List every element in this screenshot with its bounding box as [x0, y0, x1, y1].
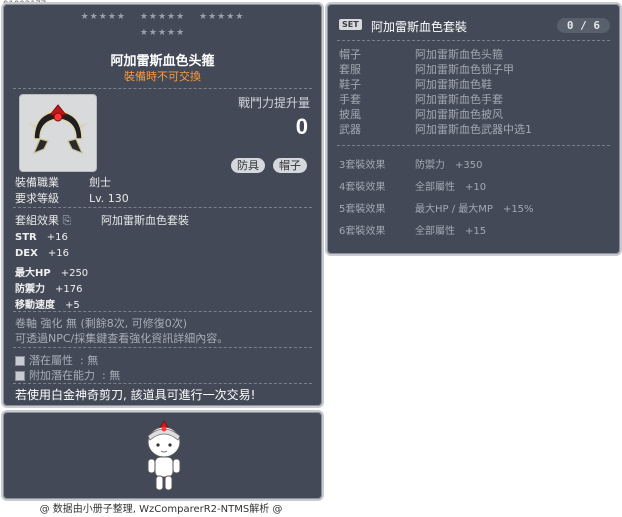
stat-dex: DEX +16 [15, 248, 69, 259]
combat-power-label: 戰鬥力提升量 [237, 96, 310, 110]
item-tooltip: ★★★★★ ★★★★★ ★★★★★ ★★★★★ 阿加雷斯血色头箍 裝備時不可交換… [1, 2, 324, 408]
character-preview [1, 410, 324, 501]
divider [13, 311, 312, 312]
set-piece: 套服 阿加雷斯血色锁子甲 [339, 63, 514, 76]
set-effect-value[interactable]: 阿加雷斯血色套裝 [101, 214, 189, 227]
set-piece: 手套 阿加雷斯血色手套 [339, 93, 503, 106]
star-force-row-1: ★★★★★ ★★★★★ ★★★★★ [3, 12, 322, 22]
divider [13, 207, 312, 208]
stat-str: STR +16 [15, 232, 68, 243]
star-group: ★★★★★ [80, 12, 126, 22]
potential-row: 潛在屬性 : 無 [15, 352, 98, 368]
bonus-potential-row: 附加潛在能力 : 無 [15, 367, 120, 383]
item-icon-frame [19, 94, 97, 172]
potential-icon [15, 356, 25, 366]
set-effect: 6套裝效果 全部屬性 +15 [339, 226, 487, 237]
upgrade-hint: 可透過NPC/採集鍵查看強化資訊詳細內容。 [15, 332, 229, 345]
divider [337, 40, 610, 41]
item-name: 阿加雷斯血色头箍 [110, 54, 215, 69]
combat-power-value: 0 [295, 114, 308, 139]
divider [13, 88, 312, 89]
potential-label: 潛在屬性 [29, 354, 73, 367]
set-piece: 武器 阿加雷斯血色武器中选1 [339, 123, 532, 136]
set-name: 阿加雷斯血色套裝 [371, 20, 468, 34]
lock-icon: ⎘ [62, 214, 72, 227]
set-effect: 3套裝效果 防禦力 +350 [339, 160, 483, 171]
set-count: 0 / 6 [556, 18, 610, 33]
upgrade-info: 卷軸 強化 無 (剩餘8次, 可修復0次) [15, 317, 188, 330]
job-value: 劍士 [89, 176, 111, 189]
set-effect-label: 套組效果 [15, 214, 59, 227]
footer-credit: @ 数据由小册子整理, WzComparerR2-NTMS解析 @ [39, 504, 283, 515]
job-label: 裝備職業 [15, 176, 59, 189]
set-piece: 披風 阿加雷斯血色披风 [339, 108, 503, 121]
bonus-potential-icon [15, 371, 25, 381]
set-panel: SET 阿加雷斯血色套裝 0 / 6 帽子 阿加雷斯血色头箍 套服 阿加雷斯血色锁子… [325, 2, 622, 256]
stat-defense: 防禦力 +176 [15, 284, 83, 295]
stat-speed: 移動速度 +5 [15, 300, 80, 311]
set-piece: 帽子 阿加雷斯血色头箍 [339, 48, 503, 61]
star-group: ★★★★★ [199, 12, 245, 22]
star-group: ★★★★★ [139, 28, 186, 38]
bonus-potential-label: 附加潛在能力 [29, 369, 95, 382]
trade-info: 若使用白金神奇剪刀, 該道具可進行一次交易! [15, 388, 256, 402]
set-badge: SET [339, 19, 362, 30]
set-effect-row: 套組效果 ⎘ 阿加雷斯血色套裝 [15, 212, 189, 228]
divider [13, 383, 312, 384]
level-value: Lv. 130 [89, 192, 129, 205]
set-piece: 鞋子 阿加雷斯血色鞋 [339, 78, 492, 91]
tag-armor: 防具 [231, 158, 265, 173]
divider [337, 145, 610, 146]
stat-max-hp: 最大HP +250 [15, 268, 89, 279]
divider [13, 347, 312, 348]
set-effect: 5套裝效果 最大HP / 最大MP +15% [339, 204, 534, 215]
tag-hat: 帽子 [273, 158, 307, 173]
set-effect: 4套裝效果 全部屬性 +10 [339, 182, 487, 193]
character-avatar [147, 420, 181, 491]
level-label: 要求等級 [15, 192, 59, 205]
job-row: 裝備職業 劍士 [15, 174, 111, 190]
level-row: 要求等級 Lv. 130 [15, 190, 129, 206]
star-group: ★★★★★ [139, 12, 186, 22]
trade-restriction: 裝備時不可交換 [124, 70, 201, 83]
star-force-row-2: ★★★★★ [3, 28, 322, 38]
potential-value: : 無 [80, 354, 99, 367]
helmet-icon [28, 104, 88, 155]
bonus-potential-value: : 無 [102, 369, 121, 382]
